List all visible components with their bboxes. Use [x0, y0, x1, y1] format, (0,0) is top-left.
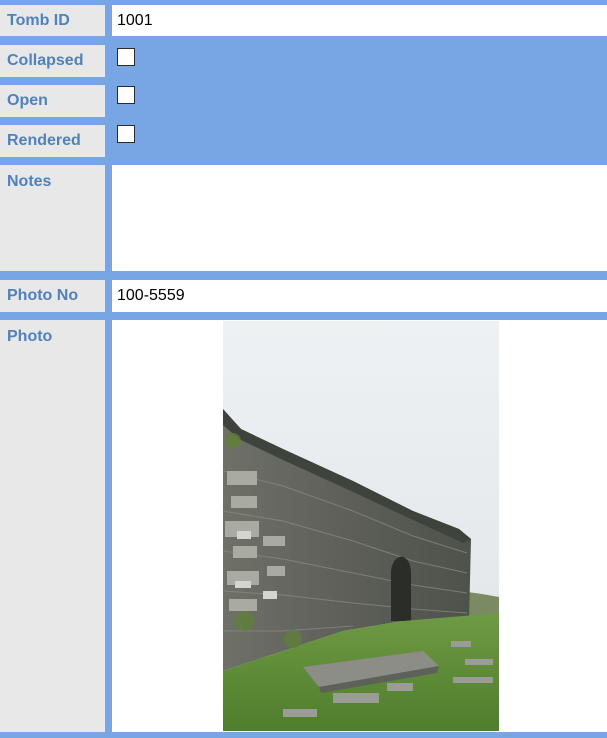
notes-label: Notes: [0, 165, 105, 271]
tomb-id-field[interactable]: 1001: [112, 5, 607, 36]
rendered-checkbox[interactable]: [117, 125, 135, 143]
collapsed-label: Collapsed: [0, 45, 105, 77]
notes-field[interactable]: [112, 165, 607, 271]
collapsed-checkbox[interactable]: [117, 48, 135, 66]
tomb-id-label: Tomb ID: [0, 5, 105, 36]
rendered-label: Rendered: [0, 125, 105, 157]
photo-no-label: Photo No: [0, 280, 105, 312]
tomb-record-form: Tomb ID 1001 Collapsed Open Rendered Not…: [0, 0, 607, 738]
open-checkbox[interactable]: [117, 86, 135, 104]
tomb-photo: [223, 321, 499, 731]
photo-label: Photo: [0, 320, 105, 732]
open-label: Open: [0, 85, 105, 117]
photo-no-field[interactable]: 100-5559: [112, 280, 607, 312]
